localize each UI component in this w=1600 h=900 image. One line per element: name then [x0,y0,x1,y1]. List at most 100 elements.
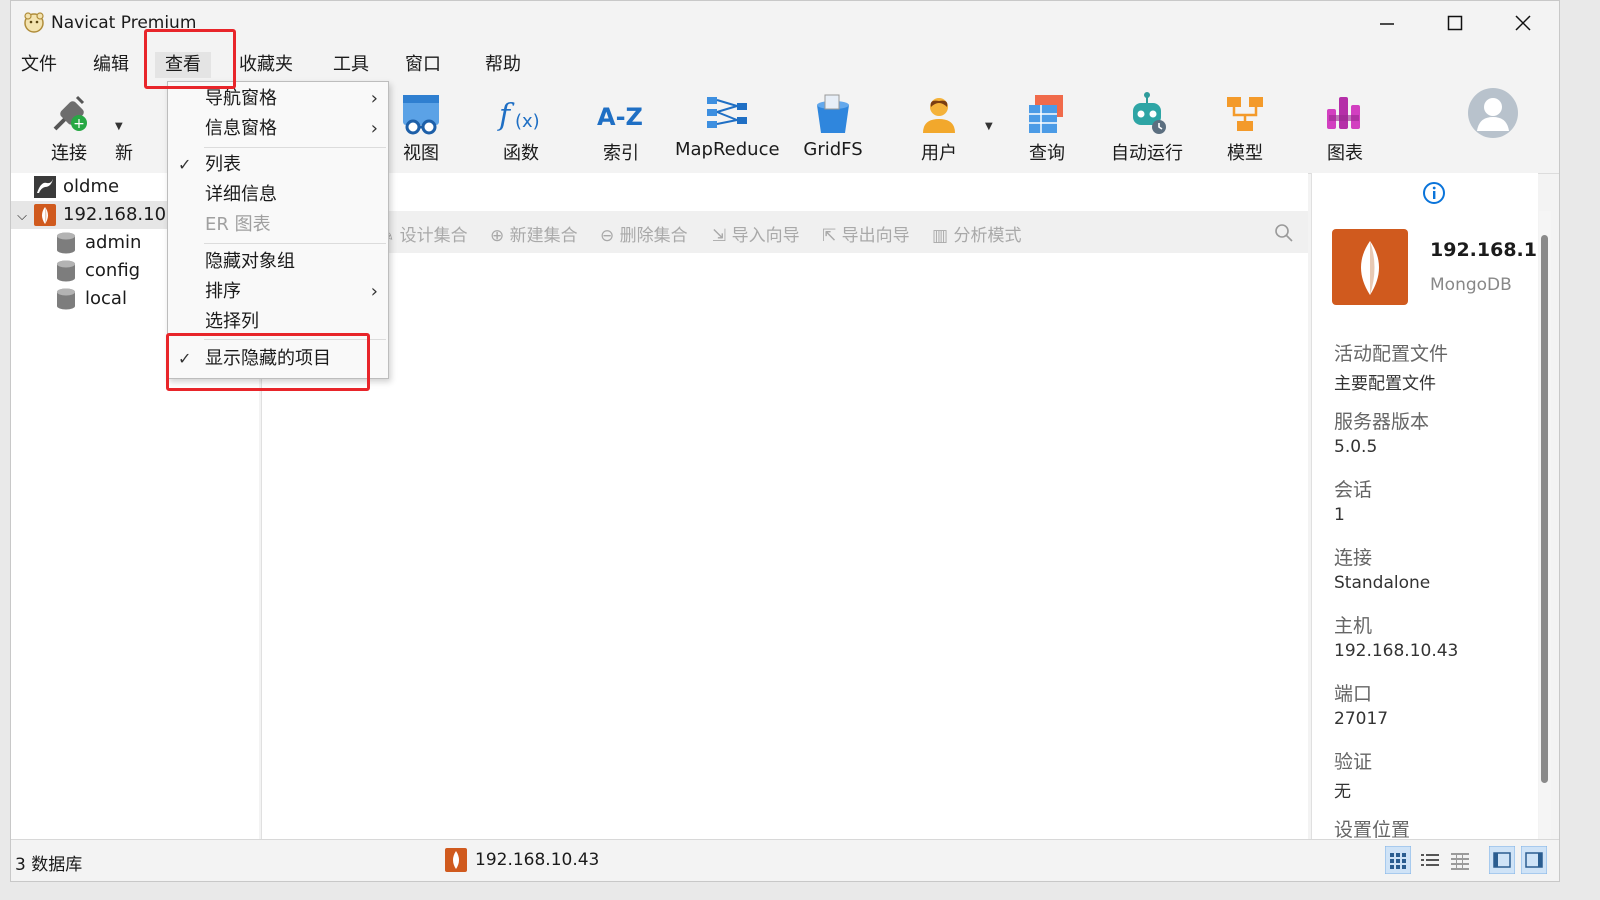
info-value: 27017 [1334,709,1389,729]
list-view-icon[interactable] [1417,846,1443,874]
chevron-right-icon: › [370,281,378,302]
tree-label: local [85,288,127,309]
mongodb-logo-icon [1332,229,1408,305]
tree-database-local[interactable]: local [55,285,127,313]
menu-item-er-diagram: ER 图表 [205,214,271,235]
connect-label: 连接 [51,143,87,164]
function-button[interactable]: f (x) 函数 [473,81,569,171]
index-button[interactable]: A-Z 索引 [573,81,669,171]
gridfs-button[interactable]: GridFS [785,81,881,171]
app-window: Navicat Premium 文件 编辑 查看 收藏夹 工具 窗口 帮助 + [10,0,1560,882]
query-button[interactable]: 查询 [999,81,1095,171]
menu-item-hide-object-group[interactable]: 隐藏对象组 [168,247,388,277]
new-collection-button[interactable]: ⊕ 新建集合 [490,221,578,246]
minimize-button[interactable] [1357,5,1417,41]
info-label: 设置位置 [1334,819,1411,839]
tree-database-admin[interactable]: admin [55,229,141,257]
scrollbar-thumb[interactable] [1541,235,1548,783]
analyze-schema-button[interactable]: ▥ 分析模式 [932,221,1021,246]
user-button[interactable]: 用户 [891,81,987,171]
tree-connection-oldme[interactable]: oldme [33,173,119,201]
mapreduce-icon [707,97,747,128]
function-icon: f (x) [497,98,540,133]
model-icon [1227,97,1263,131]
detail-view-icon[interactable] [1447,846,1473,874]
design-collection-button[interactable]: ✎ 设计集合 [380,221,468,246]
info-connection-name: 192.168.1 [1430,239,1537,261]
info-value: 5.0.5 [1334,437,1378,457]
status-bar: 3 数据库 192.168.10.43 [11,839,1559,881]
model-label: 模型 [1227,143,1263,164]
info-label: 活动配置文件 [1334,343,1449,365]
menu-tools[interactable]: 工具 [323,52,379,78]
automation-label: 自动运行 [1111,143,1183,164]
tree-label: config [85,260,141,281]
close-window-button[interactable] [1493,5,1553,41]
model-button[interactable]: 模型 [1197,81,1293,171]
info-icon[interactable] [1422,181,1446,205]
automation-button[interactable]: 自动运行 [1099,81,1195,171]
info-label: 会话 [1334,479,1373,501]
maximize-button[interactable] [1425,5,1485,41]
menu-item-sort[interactable]: 排序 › [168,277,388,307]
info-label: 服务器版本 [1334,411,1430,433]
gridfs-bucket-icon [817,94,849,133]
toggle-navigation-pane-icon[interactable] [1489,846,1515,874]
menu-edit[interactable]: 编辑 [83,52,139,78]
highlight-show-hidden-items [166,333,370,391]
chevron-right-icon: › [370,118,378,139]
info-label: 主机 [1334,615,1373,637]
info-value: 192.168.10.43 [1334,641,1459,661]
delete-collection-button[interactable]: ⊖ 删除集合 [600,221,688,246]
connect-button[interactable]: + 连接 [21,81,117,171]
objects-toolbar: ✎ 设计集合 ⊕ 新建集合 ⊖ 删除集合 ⇲ 导入向导 ⇱ 导出向导 ▥ 分析模… [262,211,1308,253]
svg-text:+: + [73,116,85,132]
grid-view-icon[interactable] [1385,846,1411,874]
chevron-right-icon: › [370,88,378,109]
menu-item-details[interactable]: 详细信息 [168,180,388,210]
tree-label: oldme [63,176,120,197]
menu-item-list[interactable]: ✓ 列表 [168,150,388,180]
svg-text:f: f [497,98,515,133]
menu-help[interactable]: 帮助 [475,52,531,78]
maximize-icon [1447,15,1463,31]
import-wizard-button[interactable]: ⇲ 导入向导 [712,221,800,246]
avatar[interactable] [1467,87,1519,139]
info-value: Standalone [1334,573,1431,593]
menu-item-info-pane[interactable]: 信息窗格 › [168,114,388,144]
mysql-connection-icon [34,176,56,198]
status-db-count: 3 数据库 [15,855,83,875]
highlight-view-menu [144,29,236,89]
new-button[interactable]: 新 [111,81,171,171]
add-icon: ⊕ [490,226,510,246]
view-icon [403,95,439,135]
info-value: 1 [1334,505,1345,525]
info-pane-scrollbar[interactable] [1539,211,1551,839]
index-az-icon: A-Z [597,103,643,131]
user-icon [923,98,955,133]
database-icon [57,288,75,310]
mapreduce-label: MapReduce [675,139,780,160]
svg-text:(x): (x) [515,111,540,132]
menu-separator [204,147,386,148]
chart-button[interactable]: 图表 [1297,81,1393,171]
export-wizard-button[interactable]: ⇱ 导出向导 [822,221,910,246]
info-connection-type: MongoDB [1430,275,1512,295]
menu-window[interactable]: 窗口 [395,52,451,78]
info-pane: 192.168.1 MongoDB 活动配置文件 主要配置文件 服务器版本 5.… [1311,173,1538,839]
user-dropdown-icon[interactable]: ▼ [985,121,993,132]
mapreduce-button[interactable]: MapReduce [675,81,780,171]
search-icon[interactable] [1274,223,1294,243]
tree-label: 192.168.10 [63,204,167,225]
new-label: 新 [115,143,133,164]
query-icon [1029,95,1063,133]
info-label: 连接 [1334,547,1373,569]
import-icon: ⇲ [712,226,732,246]
toggle-info-pane-icon[interactable] [1521,846,1547,874]
chevron-down-icon[interactable]: ⌵ [11,203,33,231]
tree-database-config[interactable]: config [55,257,140,285]
query-label: 查询 [1029,143,1065,164]
menu-file[interactable]: 文件 [11,52,67,78]
user-label: 用户 [921,143,957,164]
menu-favorites[interactable]: 收藏夹 [229,52,303,78]
